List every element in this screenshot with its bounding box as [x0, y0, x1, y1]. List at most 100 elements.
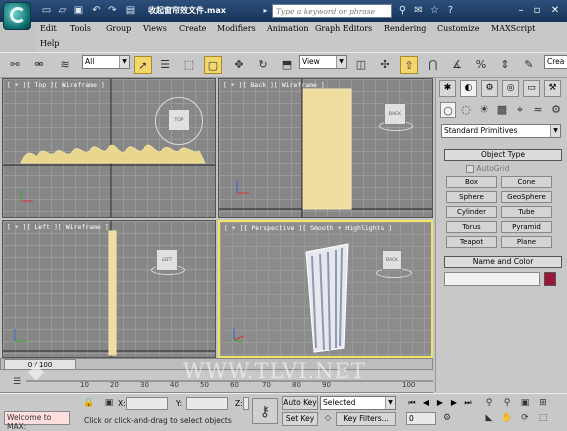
zoom-extents-icon[interactable]: ▣: [518, 396, 532, 410]
save-file-icon[interactable]: ▣: [72, 4, 85, 17]
pyramid-button[interactable]: Pyramid: [501, 221, 552, 233]
zoom-icon[interactable]: ⚲: [482, 396, 496, 410]
viewcube-left[interactable]: LEFT: [156, 249, 178, 271]
viewport-left[interactable]: LEFT [ + ][ Left ][ Wireframe ]: [2, 220, 216, 358]
key-filters-button[interactable]: Key Filters...: [336, 412, 396, 426]
menu-graph-editors[interactable]: Graph Editors: [315, 24, 372, 33]
display-tab-icon[interactable]: ▭: [523, 80, 540, 97]
viewcube-top[interactable]: TOP: [168, 109, 190, 131]
z-coord-input[interactable]: [243, 397, 249, 410]
search-input[interactable]: Type a keyword or phrase: [272, 4, 392, 18]
rotate-icon[interactable]: ↻: [254, 56, 272, 74]
project-folder-icon[interactable]: ▤: [124, 4, 137, 17]
edit-named-sel-icon[interactable]: ✎: [520, 56, 538, 74]
menu-maxscript[interactable]: MAXScript: [491, 24, 535, 33]
motion-tab-icon[interactable]: ◎: [502, 80, 519, 97]
move-icon[interactable]: ✥: [230, 56, 248, 74]
viewport-label-top[interactable]: [ + ][ Top ][ Wireframe ]: [7, 81, 105, 89]
select-manipulate-icon[interactable]: ✣: [376, 56, 394, 74]
menu-customize[interactable]: Customize: [437, 24, 480, 33]
menu-help[interactable]: Help: [40, 39, 59, 48]
scale-icon[interactable]: ⬒: [278, 56, 296, 74]
spacewarps-icon[interactable]: ≈: [530, 102, 546, 118]
key-mode-dropdown[interactable]: Selected ▼: [320, 396, 396, 410]
zoom-all-icon[interactable]: ⚲: [500, 396, 514, 410]
menu-tools[interactable]: Tools: [70, 24, 91, 33]
play-icon[interactable]: ▶: [434, 397, 446, 409]
pan-icon[interactable]: ✋: [500, 411, 514, 425]
tube-button[interactable]: Tube: [501, 206, 552, 218]
viewcube-back[interactable]: BACK: [384, 103, 406, 125]
bind-spacewarp-icon[interactable]: ≋: [56, 56, 74, 74]
viewport-label-perspective[interactable]: [ + ][ Perspective ][ Smooth + Highlight…: [224, 224, 392, 232]
x-coord-input[interactable]: [126, 397, 168, 410]
maxscript-listener[interactable]: Welcome to MAX:: [4, 411, 70, 431]
new-file-icon[interactable]: ▭: [40, 4, 53, 17]
torus-button[interactable]: Torus: [446, 221, 497, 233]
search-icon[interactable]: ⚲: [396, 4, 409, 17]
menu-edit[interactable]: Edit: [40, 24, 57, 33]
shapes-icon[interactable]: ◌: [458, 102, 474, 118]
autogrid-checkbox[interactable]: AutoGrid: [466, 164, 510, 173]
mini-curve-editor-icon[interactable]: ☰: [8, 375, 26, 389]
modify-tab-icon[interactable]: ◐: [460, 80, 477, 97]
cameras-icon[interactable]: ▩: [494, 102, 510, 118]
menu-group[interactable]: Group: [106, 24, 131, 33]
plane-button[interactable]: Plane: [501, 236, 552, 248]
current-frame-input[interactable]: 0: [406, 412, 436, 425]
teapot-button[interactable]: Teapot: [446, 236, 497, 248]
sphere-button[interactable]: Sphere: [446, 191, 497, 203]
ref-coord-dropdown[interactable]: View ▼: [299, 55, 347, 69]
set-key-button[interactable]: Set Key: [282, 412, 318, 426]
minimize-button[interactable]: –: [514, 4, 528, 17]
utilities-tab-icon[interactable]: ⚒: [544, 80, 561, 97]
viewport-perspective[interactable]: BACK [ + ][ Perspective ][ Smooth + High…: [218, 220, 433, 358]
percent-snap-icon[interactable]: %: [472, 56, 490, 74]
next-frame-icon[interactable]: ▶: [448, 397, 460, 409]
redo-icon[interactable]: ↷: [106, 4, 119, 17]
open-file-icon[interactable]: ▱: [56, 4, 69, 17]
help-icon[interactable]: ?: [444, 4, 457, 17]
helpers-icon[interactable]: ⌖: [512, 102, 528, 118]
goto-end-icon[interactable]: ⏭: [462, 397, 474, 409]
viewport-label-back[interactable]: [ + ][ Back ][ Wireframe ]: [223, 81, 325, 89]
angle-snap-icon[interactable]: ∡: [448, 56, 466, 74]
selection-filter-dropdown[interactable]: All ▼: [82, 55, 130, 69]
set-key-icon[interactable]: ⚷: [252, 398, 278, 424]
undo-icon[interactable]: ↶: [90, 4, 103, 17]
cone-button[interactable]: Cone: [501, 176, 552, 188]
named-selection-input[interactable]: Crea: [544, 55, 567, 69]
zoom-extents-all-icon[interactable]: ⊞: [536, 396, 550, 410]
select-object-button[interactable]: ➚: [134, 56, 152, 74]
hierarchy-tab-icon[interactable]: ⚙: [481, 80, 498, 97]
select-by-name-icon[interactable]: ☰: [156, 56, 174, 74]
viewport-top[interactable]: TOP [ + ][ Top ][ Wireframe ]: [2, 78, 216, 218]
viewport-back[interactable]: BACK [ + ][ Back ][ Wireframe ]: [218, 78, 433, 218]
cylinder-button[interactable]: Cylinder: [446, 206, 497, 218]
field-of-view-icon[interactable]: ◣: [482, 411, 496, 425]
spinner-snap-icon[interactable]: ⇕: [496, 56, 514, 74]
object-name-input[interactable]: [444, 272, 540, 286]
region-select-icon[interactable]: ⬚: [180, 56, 198, 74]
key-filter-icon[interactable]: ◇: [322, 411, 334, 425]
window-crossing-toggle[interactable]: ▢: [204, 56, 222, 74]
viewport-label-left[interactable]: [ + ][ Left ][ Wireframe ]: [7, 223, 109, 231]
time-config-icon[interactable]: ⚙: [440, 411, 454, 425]
menu-rendering[interactable]: Rendering: [384, 24, 426, 33]
name-color-rollout[interactable]: Name and Color: [444, 256, 562, 268]
category-dropdown[interactable]: Standard Primitives ▼: [441, 124, 561, 138]
pivot-center-icon[interactable]: ◫: [352, 56, 370, 74]
menu-animation[interactable]: Animation: [267, 24, 309, 33]
auto-key-button[interactable]: Auto Key: [282, 396, 318, 410]
object-color-swatch[interactable]: [544, 272, 556, 286]
menu-views[interactable]: Views: [143, 24, 167, 33]
orbit-icon[interactable]: ⟳: [518, 411, 532, 425]
goto-start-icon[interactable]: ⏮: [406, 397, 418, 409]
keyboard-shortcut-override-icon[interactable]: ⇧: [400, 56, 418, 74]
systems-icon[interactable]: ⚙: [548, 102, 564, 118]
box-button[interactable]: Box: [446, 176, 497, 188]
geosphere-button[interactable]: GeoSphere: [501, 191, 552, 203]
absolute-mode-icon[interactable]: ▣: [102, 397, 116, 409]
infocenter-icon[interactable]: ✉: [412, 4, 425, 17]
geometry-icon[interactable]: ○: [440, 102, 456, 118]
